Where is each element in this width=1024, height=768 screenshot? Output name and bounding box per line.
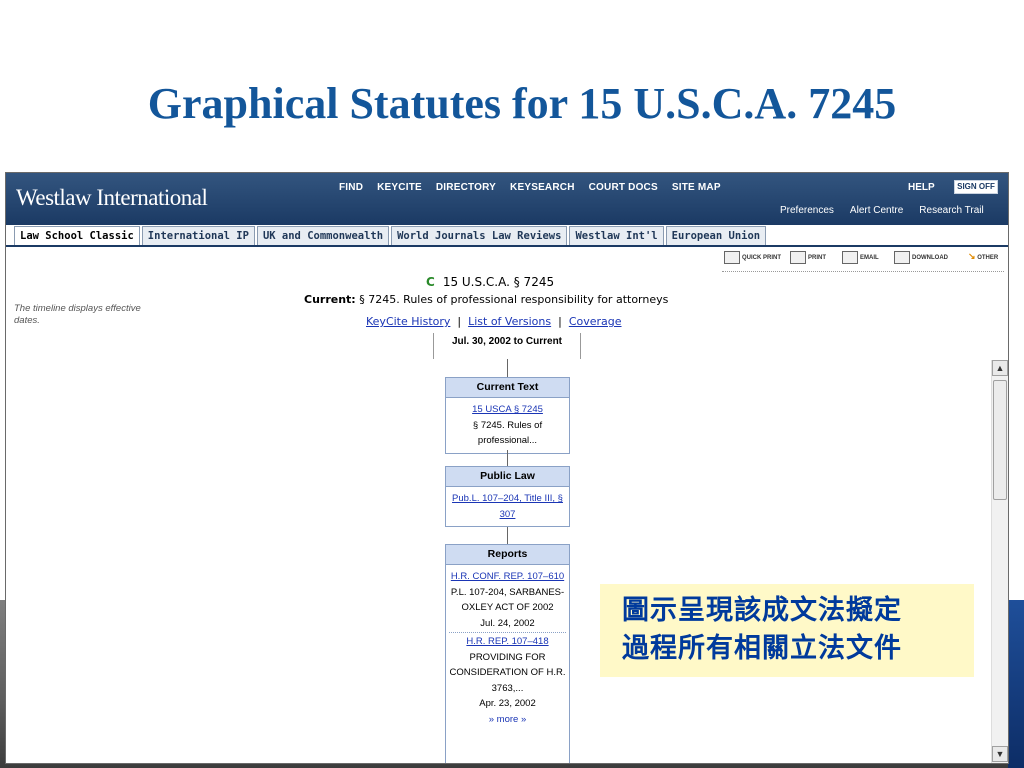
double-chevron-icon: » <box>520 713 527 725</box>
doc-toolbar: QUICK PRINT PRINT EMAIL DOWNLOAD ↘ OTHER <box>720 251 1006 273</box>
document-citation: C 15 U.S.C.A. § 7245 <box>426 275 554 289</box>
more-label: more <box>496 713 519 725</box>
nav-site-map[interactable]: SITE MAP <box>672 182 721 193</box>
timeline-connector <box>507 450 508 466</box>
nav-find[interactable]: FIND <box>339 182 363 193</box>
slide-title: Graphical Statutes for 15 U.S.C.A. 7245 <box>147 79 897 128</box>
download-icon <box>894 251 910 264</box>
annotation-callout: 圖示呈現該成文法擬定 過程所有相關立法文件 <box>600 584 974 677</box>
help-link[interactable]: HELP <box>908 182 935 193</box>
timeline-note: The timeline displays effective dates. <box>14 303 141 326</box>
other-button[interactable]: ↘ OTHER <box>968 251 998 262</box>
westlaw-logo: Westlaw International <box>16 185 208 210</box>
nav-research-trail[interactable]: Research Trail <box>919 205 983 216</box>
sign-off-button[interactable]: SIGN OFF <box>954 180 998 194</box>
tab-divider <box>6 245 1008 247</box>
public-law-link[interactable]: Pub.L. 107–204, Title III, § 307 <box>452 493 563 520</box>
report-link[interactable]: H.R. REP. 107–418 <box>466 636 548 647</box>
timeline-connector <box>507 527 508 544</box>
printer-icon <box>724 251 740 264</box>
keycite-flag-icon[interactable]: C <box>426 275 435 289</box>
top-nav: FIND KEYCITE DIRECTORY KEYSEARCH COURT D… <box>339 182 735 193</box>
print-icon <box>790 251 806 264</box>
report-description: PROVIDING FOR CONSIDERATION OF H.R. 3763… <box>449 651 566 694</box>
tab-bar: Law School Classic International IP UK a… <box>14 226 768 246</box>
annotation-line: 圖示呈現該成文法擬定 <box>622 595 902 626</box>
tab-uk-commonwealth[interactable]: UK and Commonwealth <box>256 226 390 246</box>
toolbar-divider <box>722 271 1004 272</box>
nav-directory[interactable]: DIRECTORY <box>436 182 496 193</box>
nav-preferences[interactable]: Preferences <box>780 205 834 216</box>
report-date: Apr. 23, 2002 <box>479 698 536 709</box>
print-button[interactable]: PRINT <box>790 251 826 264</box>
current-title: § 7245. Rules of professional responsibi… <box>359 293 669 306</box>
current-label: Current: <box>304 293 356 306</box>
email-label: EMAIL <box>860 255 879 262</box>
report-date: Jul. 24, 2002 <box>480 617 535 629</box>
print-label: PRINT <box>808 255 826 262</box>
scroll-thumb[interactable] <box>993 380 1007 500</box>
public-law-box: Public Law Pub.L. 107–204, Title III, § … <box>445 466 570 527</box>
arrow-icon: ↘ <box>968 251 976 261</box>
quick-print-label: QUICK PRINT <box>742 255 781 262</box>
current-text-link[interactable]: 15 USCA § 7245 <box>472 404 543 415</box>
keycite-history-link[interactable]: KeyCite History <box>366 315 450 328</box>
download-label: DOWNLOAD <box>912 255 948 262</box>
other-label: OTHER <box>977 255 999 261</box>
download-button[interactable]: DOWNLOAD <box>894 251 948 264</box>
scroll-up-button[interactable]: ▲ <box>992 360 1008 376</box>
tab-european-union[interactable]: European Union <box>665 226 767 246</box>
report-separator <box>449 632 566 633</box>
tab-law-school-classic[interactable]: Law School Classic <box>14 226 140 246</box>
tab-international-ip[interactable]: International IP <box>141 226 255 246</box>
nav-keysearch[interactable]: KEYSEARCH <box>510 182 575 193</box>
current-text-heading: Current Text <box>446 378 569 398</box>
reports-box: Reports H.R. CONF. REP. 107–610 P.L. 107… <box>445 544 570 763</box>
public-law-heading: Public Law <box>446 467 569 487</box>
nav-court-docs[interactable]: COURT DOCS <box>589 182 658 193</box>
current-line: Current: § 7245. Rules of professional r… <box>304 293 668 306</box>
current-text-snippet: § 7245. Rules of professional... <box>472 419 543 447</box>
doc-links: KeyCite History | List of Versions | Cov… <box>366 315 622 328</box>
current-text-box: Current Text 15 USCA § 7245 § 7245. Rule… <box>445 377 570 454</box>
timeline-date-range: Jul. 30, 2002 to Current <box>433 333 581 359</box>
vertical-scrollbar[interactable]: ▲ ▼ <box>991 360 1008 763</box>
header-bar: Westlaw International FIND KEYCITE DIREC… <box>6 173 1008 225</box>
reports-heading: Reports <box>446 545 569 565</box>
more-reports-link[interactable]: » more » <box>489 714 527 725</box>
tab-westlaw-intl[interactable]: Westlaw Int'l <box>569 226 664 246</box>
envelope-icon <box>842 251 858 264</box>
timeline-connector <box>507 359 508 377</box>
report-link[interactable]: H.R. CONF. REP. 107–610 <box>451 571 564 582</box>
background-accent <box>1008 600 1024 768</box>
nav-keycite[interactable]: KEYCITE <box>377 182 422 193</box>
double-chevron-icon: » <box>488 713 495 725</box>
tab-world-journals[interactable]: World Journals Law Reviews <box>391 226 568 246</box>
coverage-link[interactable]: Coverage <box>569 315 622 328</box>
report-description: P.L. 107-204, SARBANES-OXLEY ACT OF 2002 <box>450 586 565 614</box>
list-of-versions-link[interactable]: List of Versions <box>468 315 551 328</box>
citation-text: 15 U.S.C.A. § 7245 <box>442 275 555 289</box>
quick-print-button[interactable]: QUICK PRINT <box>724 251 781 264</box>
nav-alert-centre[interactable]: Alert Centre <box>850 205 903 216</box>
email-button[interactable]: EMAIL <box>842 251 879 264</box>
scroll-down-button[interactable]: ▼ <box>992 746 1008 762</box>
annotation-line: 過程所有相關立法文件 <box>622 633 902 664</box>
sub-nav: Preferences Alert Centre Research Trail <box>780 205 1000 216</box>
